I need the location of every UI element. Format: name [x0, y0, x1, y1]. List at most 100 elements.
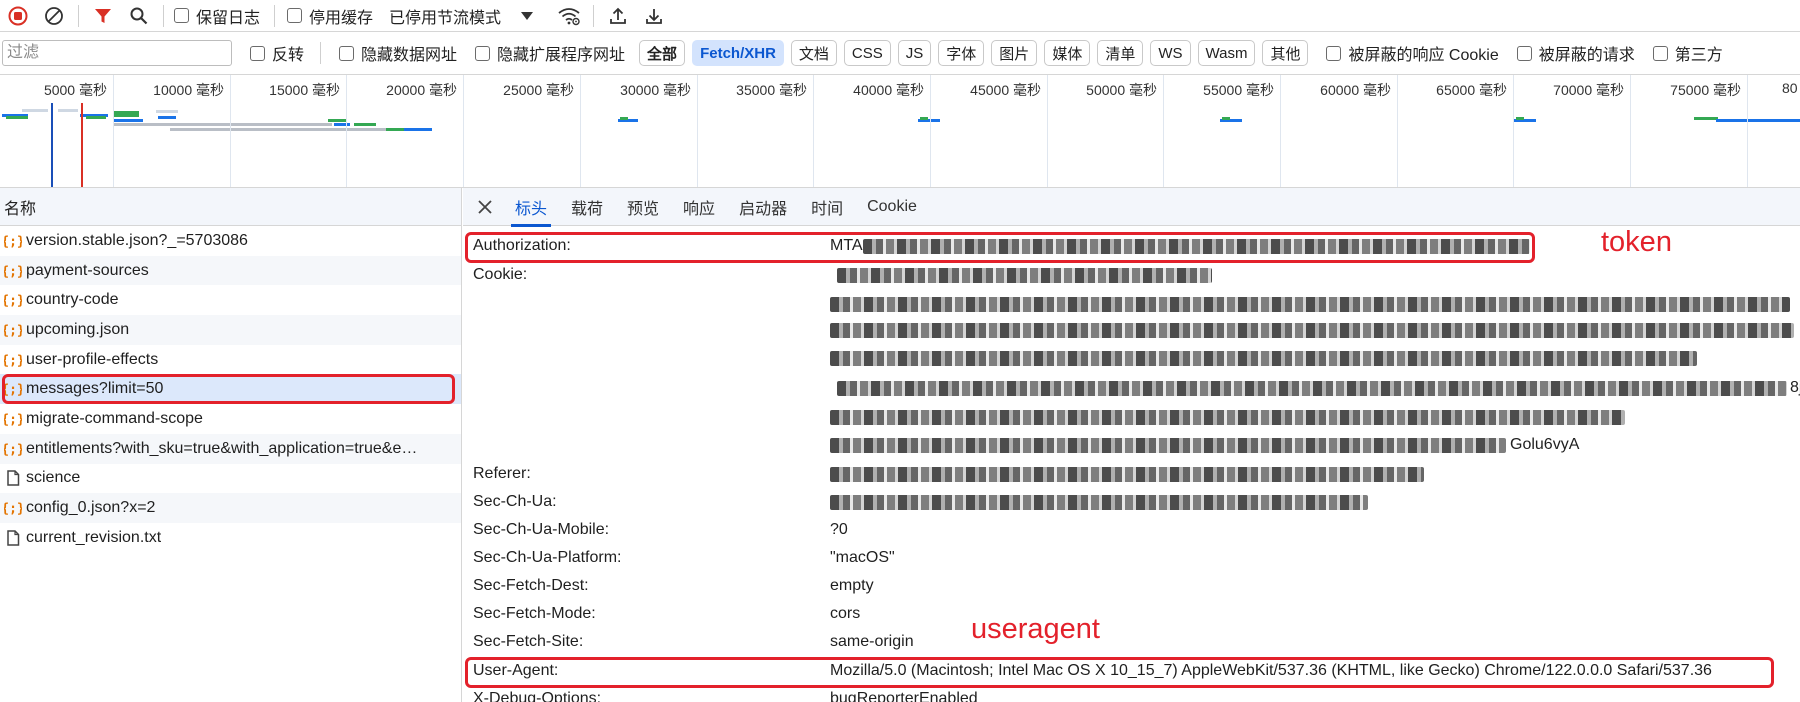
- export-har-button[interactable]: [636, 0, 672, 32]
- header-value-authorization: MTA: [830, 237, 863, 254]
- timeline-tick-label: 70000 毫秒: [1553, 82, 1624, 98]
- request-row[interactable]: science: [0, 464, 461, 494]
- invert-label: 反转: [272, 47, 305, 64]
- toolbar: 保留日志 停用缓存 已停用节流模式: [0, 0, 1800, 32]
- request-row[interactable]: {;} migrate-command-scope: [0, 404, 461, 434]
- toolbar-divider: [274, 4, 276, 27]
- disable-cache-checkbox[interactable]: 停用缓存: [287, 4, 373, 28]
- tab-cookies[interactable]: Cookie: [855, 188, 929, 226]
- request-name: entitlements?with_sku=true&with_applicat…: [26, 439, 418, 457]
- blocked-requests-checkbox[interactable]: 被屏蔽的请求: [1516, 41, 1635, 65]
- blocked-response-cookies-checkbox[interactable]: 被屏蔽的响应 Cookie: [1326, 41, 1499, 65]
- timeline-bar: [113, 111, 139, 117]
- timeline-overview[interactable]: 5000 毫秒 10000 毫秒 15000 毫秒 20000 毫秒 25000 毫秒 3…: [0, 74, 1800, 188]
- invert-checkbox[interactable]: 反转: [250, 41, 304, 65]
- search-icon: [130, 7, 148, 24]
- type-filter-wasm[interactable]: Wasm: [1197, 40, 1256, 66]
- type-filter-font[interactable]: 字体: [938, 40, 985, 66]
- type-filter-fetch-xhr[interactable]: Fetch/XHR: [692, 40, 784, 66]
- fetch-xhr-icon: {;}: [4, 499, 26, 517]
- svg-text:{;}: {;}: [4, 234, 22, 249]
- request-details-panel: 标头 载荷 预览 响应 启动器 时间 Cookie Authorization:…: [463, 188, 1800, 702]
- clear-button[interactable]: [36, 0, 72, 32]
- tab-payload[interactable]: 载荷: [559, 188, 615, 226]
- header-value-user-agent: Mozilla/5.0 (Macintosh; Intel Mac OS X 1…: [830, 662, 1712, 679]
- request-name: country-code: [26, 291, 119, 309]
- chevron-down-icon[interactable]: [521, 11, 534, 20]
- checkbox-box[interactable]: [475, 45, 491, 61]
- tab-timing[interactable]: 时间: [799, 188, 855, 226]
- tab-initiator[interactable]: 启动器: [727, 188, 799, 226]
- request-row[interactable]: {;} config_0.json?x=2: [0, 493, 461, 523]
- type-filter-other[interactable]: 其他: [1262, 40, 1309, 66]
- request-row[interactable]: {;} version.stable.json?_=5703086: [0, 226, 461, 256]
- tab-headers[interactable]: 标头: [503, 188, 559, 227]
- request-row-selected[interactable]: {;} messages?limit=50: [0, 374, 461, 405]
- request-row[interactable]: {;} user-profile-effects: [0, 345, 461, 375]
- preserve-log-checkbox[interactable]: 保留日志: [174, 4, 260, 28]
- checkbox-box[interactable]: [1516, 45, 1532, 61]
- svg-text:{;}: {;}: [4, 383, 22, 398]
- throttling-select[interactable]: 已停用节流模式: [389, 4, 501, 28]
- tab-response[interactable]: 响应: [671, 188, 727, 226]
- timeline-bar: [1694, 117, 1718, 120]
- tab-preview[interactable]: 预览: [615, 188, 671, 226]
- checkbox-box[interactable]: [339, 45, 355, 61]
- checkbox-box[interactable]: [1652, 45, 1668, 61]
- filter-toggle-button[interactable]: [85, 0, 121, 32]
- type-filter-media[interactable]: 媒体: [1044, 40, 1091, 66]
- type-filter-js[interactable]: JS: [897, 40, 932, 66]
- download-icon: [646, 8, 662, 24]
- type-filter-ws[interactable]: WS: [1150, 40, 1191, 66]
- timeline-bar: [156, 110, 178, 113]
- filter-bar: 反转 隐藏数据网址 隐藏扩展程序网址 全部 Fetch/XHR 文档 CSS J…: [0, 36, 1800, 70]
- checkbox-box[interactable]: [250, 45, 265, 61]
- blocked-response-cookies-label: 被屏蔽的响应 Cookie: [1348, 47, 1499, 64]
- timeline-bar: [328, 119, 346, 122]
- request-name: science: [26, 469, 81, 487]
- fetch-xhr-icon: {;}: [4, 291, 26, 309]
- preserve-log-label: 保留日志: [196, 9, 261, 27]
- timeline-bar: [114, 123, 332, 126]
- header-name-x-debug-options: X-Debug-Options:: [473, 690, 602, 702]
- timeline-bar: [404, 128, 432, 131]
- timeline-gridline: [580, 75, 581, 187]
- import-har-button[interactable]: [600, 0, 636, 32]
- timeline-bar: [620, 117, 628, 120]
- type-filter-all[interactable]: 全部: [639, 40, 686, 66]
- search-button[interactable]: [121, 0, 157, 32]
- column-header-name[interactable]: 名称: [0, 188, 461, 226]
- checkbox-box[interactable]: [1326, 45, 1342, 61]
- request-row[interactable]: {;} country-code: [0, 285, 461, 315]
- request-row[interactable]: current_revision.txt: [0, 523, 461, 553]
- third-party-checkbox[interactable]: 第三方: [1652, 41, 1723, 65]
- hide-extension-urls-checkbox[interactable]: 隐藏扩展程序网址: [475, 41, 625, 65]
- type-filter-css[interactable]: CSS: [843, 40, 891, 66]
- timeline-bar: [386, 128, 404, 131]
- timeline-gridline: [1397, 75, 1398, 187]
- checkbox-box[interactable]: [174, 8, 189, 23]
- request-row[interactable]: {;} entitlements?with_sku=true&with_appl…: [0, 433, 461, 464]
- close-icon: [478, 199, 492, 214]
- request-row[interactable]: {;} payment-sources: [0, 255, 461, 286]
- checkbox-box[interactable]: [287, 8, 303, 23]
- request-name: config_0.json?x=2: [26, 499, 156, 517]
- close-details-button[interactable]: [467, 188, 503, 226]
- network-conditions-button[interactable]: [551, 0, 587, 32]
- type-filter-manifest[interactable]: 清单: [1097, 40, 1144, 66]
- timeline-bar: [334, 123, 350, 126]
- filter-input[interactable]: [2, 40, 232, 66]
- timeline-tick-label: 25000 毫秒: [503, 82, 574, 98]
- stop-recording-button[interactable]: [0, 0, 36, 32]
- timeline-tick-label: 55000 毫秒: [1203, 82, 1274, 98]
- timeline-bar: [920, 117, 928, 120]
- type-filter-doc[interactable]: 文档: [790, 40, 837, 66]
- header-value-sec-fetch-site: same-origin: [830, 633, 914, 650]
- header-value-sec-ch-ua-platform: "macOS": [830, 549, 895, 566]
- timeline-gridline: [813, 75, 814, 187]
- toolbar-divider: [163, 4, 164, 27]
- request-row[interactable]: {;} upcoming.json: [0, 315, 461, 345]
- type-filter-img[interactable]: 图片: [991, 40, 1038, 66]
- header-name-sec-ch-ua-mobile: Sec-Ch-Ua-Mobile:: [473, 521, 610, 538]
- hide-data-urls-checkbox[interactable]: 隐藏数据网址: [339, 41, 457, 65]
